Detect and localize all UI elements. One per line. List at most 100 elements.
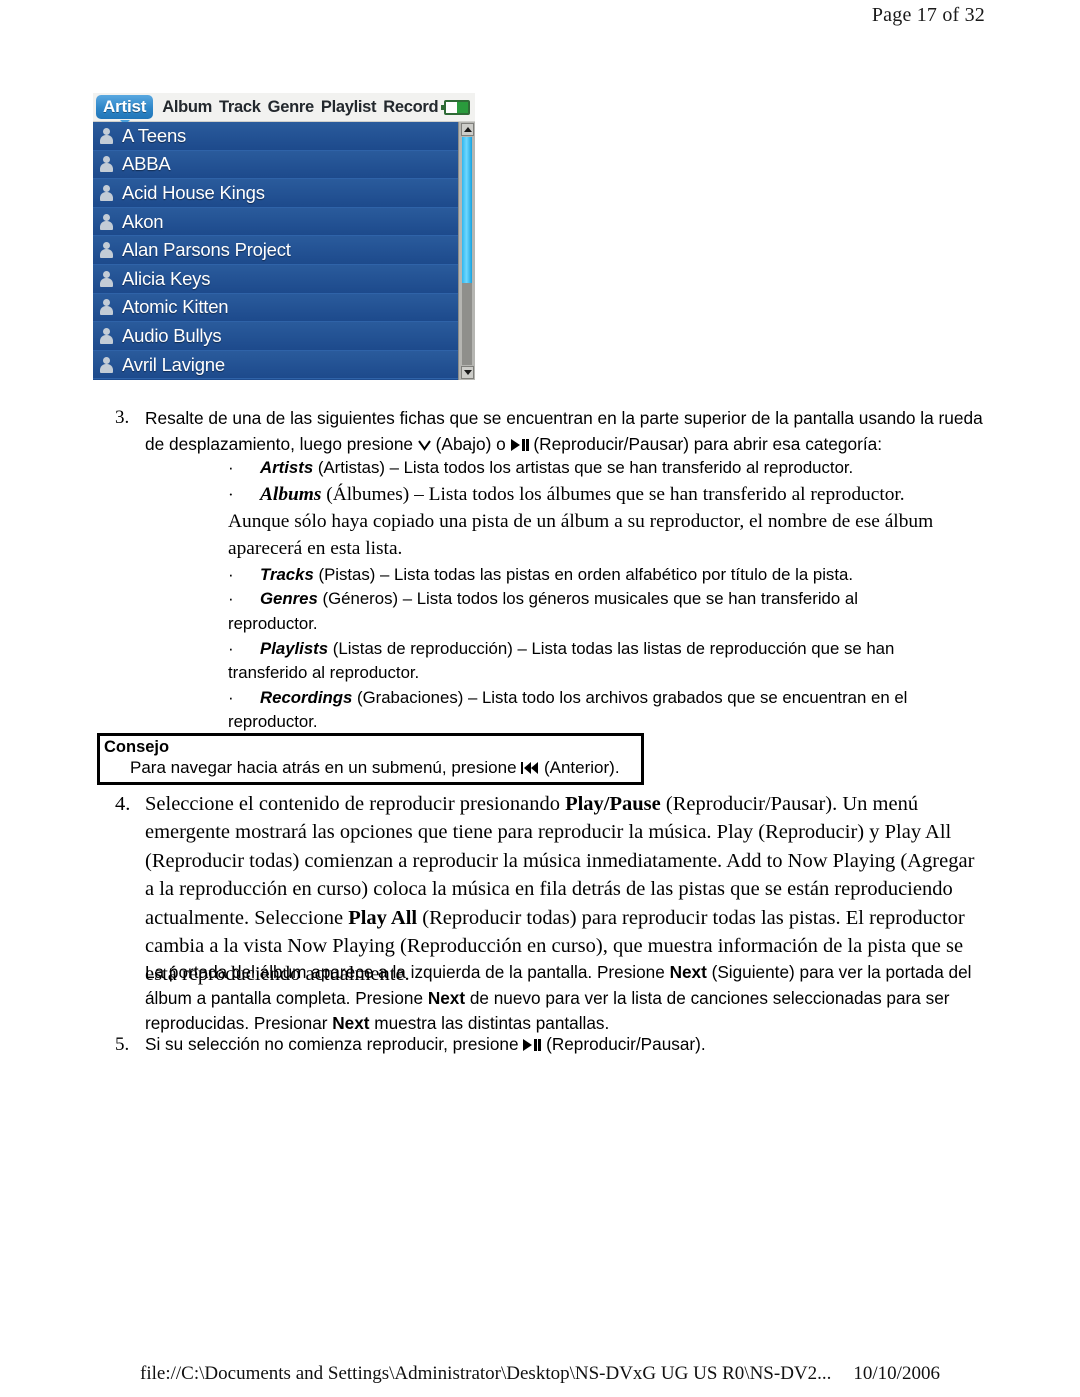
bullet-albums-rest: (Álbumes) – Lista todos los álbumes que … [321, 483, 905, 505]
tab-record[interactable]: Record [383, 98, 438, 117]
tab-track[interactable]: Track [219, 98, 261, 117]
list-item[interactable]: Alan Parsons Project [93, 236, 458, 265]
list-item[interactable]: Avril Lavigne [93, 350, 458, 380]
list-item[interactable]: A Teens [93, 122, 458, 151]
step-3-text: Resalte de una de las siguientes fichas … [145, 405, 985, 457]
list-item-label: Atomic Kitten [122, 296, 229, 318]
artist-icon [98, 213, 115, 231]
artist-icon [98, 127, 115, 145]
bullet-albums-continuation: Aunque sólo haya copiado una pista de un… [228, 511, 934, 560]
bullet-marker: · [228, 589, 234, 609]
tab-genre[interactable]: Genre [268, 98, 314, 117]
bullet-playlists-continuation: transferido al reproductor. [228, 663, 420, 683]
bullet-recordings-continuation: reproductor. [228, 712, 318, 732]
step-3-text-b: (Abajo) o [430, 434, 511, 454]
list-item[interactable]: Atomic Kitten [93, 293, 458, 323]
category-bullet-list: · Artists (Artistas) – Lista todos los a… [228, 456, 980, 735]
list-item-label: Acid House Kings [122, 181, 265, 203]
bullet-albums-lead: Albums [260, 483, 322, 505]
list-item-label: Audio Bullys [122, 324, 222, 346]
next-bold-1: Next [669, 962, 707, 982]
tip-text-b: (Anterior). [539, 758, 620, 777]
bullet-playlists: · Playlists (Listas de reproducción) – L… [228, 637, 980, 686]
list-item[interactable]: Alicia Keys [93, 264, 458, 294]
battery-icon [441, 100, 470, 115]
bullet-genres-rest: (Géneros) – Lista todos los géneros musi… [317, 589, 858, 609]
bullet-marker: · [228, 458, 234, 477]
para-next-d: muestra las distintas pantallas. [369, 1013, 610, 1034]
artist-icon [98, 298, 115, 316]
para-next-a: La portada del álbum aparece a la izquie… [145, 962, 670, 982]
step-5-text-a: Si su selección no comienza reproducir, … [145, 1034, 524, 1054]
step-3-text-c: (Reproducir/Pausar) para abrir esa categ… [528, 434, 883, 454]
list-item-label: Alicia Keys [122, 267, 211, 289]
list-item-label: A Teens [122, 124, 187, 146]
tip-box-title: Consejo [104, 738, 170, 756]
device-list-rows: A Teens ABBA Acid House Kings Akon Alan … [93, 122, 458, 380]
bullet-marker: · [228, 484, 234, 504]
scrollbar[interactable] [458, 122, 475, 380]
artist-icon [98, 155, 115, 173]
page-footer: file://C:\Documents and Settings\Adminis… [0, 1363, 1080, 1385]
scrollbar-thumb[interactable] [462, 137, 472, 283]
footer-path: file://C:\Documents and Settings\Adminis… [140, 1363, 832, 1384]
tab-album[interactable]: Album [162, 98, 212, 117]
device-artist-list: A Teens ABBA Acid House Kings Akon Alan … [93, 122, 475, 380]
bullet-tracks-lead: Tracks [260, 564, 314, 584]
step-5-text: Si su selección no comienza reproducir, … [145, 1032, 985, 1057]
list-item[interactable]: Audio Bullys [93, 322, 458, 351]
list-item-label: Alan Parsons Project [122, 239, 291, 261]
artist-icon [98, 356, 115, 374]
bullet-marker: · [228, 564, 234, 584]
bullet-playlists-lead: Playlists [260, 638, 329, 658]
artist-icon [98, 241, 115, 259]
step-5-number: 5. [115, 1034, 130, 1055]
bullet-albums: · Albums (Álbumes) – Lista todos los álb… [228, 481, 980, 563]
scrollbar-track[interactable] [462, 137, 472, 365]
list-item[interactable]: Acid House Kings [93, 179, 458, 208]
previous-track-icon [521, 762, 539, 774]
bullet-tracks-rest: (Pistas) – Lista todas las pistas en ord… [313, 564, 853, 584]
step-4-number: 4. [115, 793, 131, 815]
paragraph-next-button: La portada del álbum aparece a la izquie… [145, 960, 985, 1037]
scroll-down-arrow-icon[interactable] [461, 366, 474, 379]
page-number-header: Page 17 of 32 [871, 4, 985, 26]
bullet-artists-lead: Artists [260, 458, 314, 477]
bullet-recordings-lead: Recordings [260, 687, 353, 707]
document-page: Page 17 of 32 Artist Album Track Genre P… [0, 0, 1080, 1397]
bullet-tracks: · Tracks (Pistas) – Lista todas las pist… [228, 563, 980, 588]
tab-artist-label: Artist [96, 95, 154, 119]
bullet-marker: · [228, 687, 234, 707]
tab-artist[interactable]: Artist [96, 95, 154, 125]
list-item[interactable]: ABBA [93, 150, 458, 180]
list-item-label: Akon [122, 210, 164, 232]
step-4-playpause-bold: Play/Pause [565, 793, 661, 815]
step-4-playall-bold: Play All [348, 906, 418, 929]
bullet-recordings: · Recordings (Grabaciones) – Lista todo … [228, 686, 980, 735]
step-3-number: 3. [115, 407, 130, 428]
device-tab-bar: Artist Album Track Genre Playlist Record [93, 93, 475, 125]
step-3: 3. Resalte de una de las siguientes fich… [105, 405, 985, 457]
bullet-playlists-rest: (Listas de reproducción) – Lista todas l… [328, 638, 895, 658]
bullet-genres: · Genres (Géneros) – Lista todos los gén… [228, 587, 980, 636]
chevron-down-icon [418, 440, 431, 451]
step-4-text-a: Seleccione el contenido de reproducir pr… [145, 793, 566, 815]
list-item[interactable]: Akon [93, 207, 458, 237]
step-5: 5. Si su selección no comienza reproduci… [105, 1032, 985, 1057]
tab-playlist[interactable]: Playlist [321, 98, 377, 117]
artist-icon [98, 184, 115, 202]
list-item-label: ABBA [122, 153, 171, 175]
tip-box-inner: Consejo Para navegar hacia atrás en un s… [99, 735, 642, 783]
artist-icon [98, 327, 115, 345]
bullet-recordings-rest: (Grabaciones) – Lista todo los archivos … [352, 687, 908, 707]
bullet-marker: · [228, 638, 234, 658]
step-5-text-b: (Reproducir/Pausar). [541, 1034, 706, 1054]
next-bold-3: Next [332, 1013, 370, 1034]
device-screenshot-figure: Artist Album Track Genre Playlist Record… [93, 93, 475, 381]
scroll-up-arrow-icon[interactable] [461, 123, 474, 136]
footer-date: 10/10/2006 [853, 1363, 940, 1384]
bullet-genres-continuation: reproductor. [228, 614, 318, 633]
tip-box: Consejo Para navegar hacia atrás en un s… [97, 733, 644, 785]
bullet-artists: · Artists (Artistas) – Lista todos los a… [228, 456, 980, 481]
play-pause-icon [510, 439, 529, 451]
